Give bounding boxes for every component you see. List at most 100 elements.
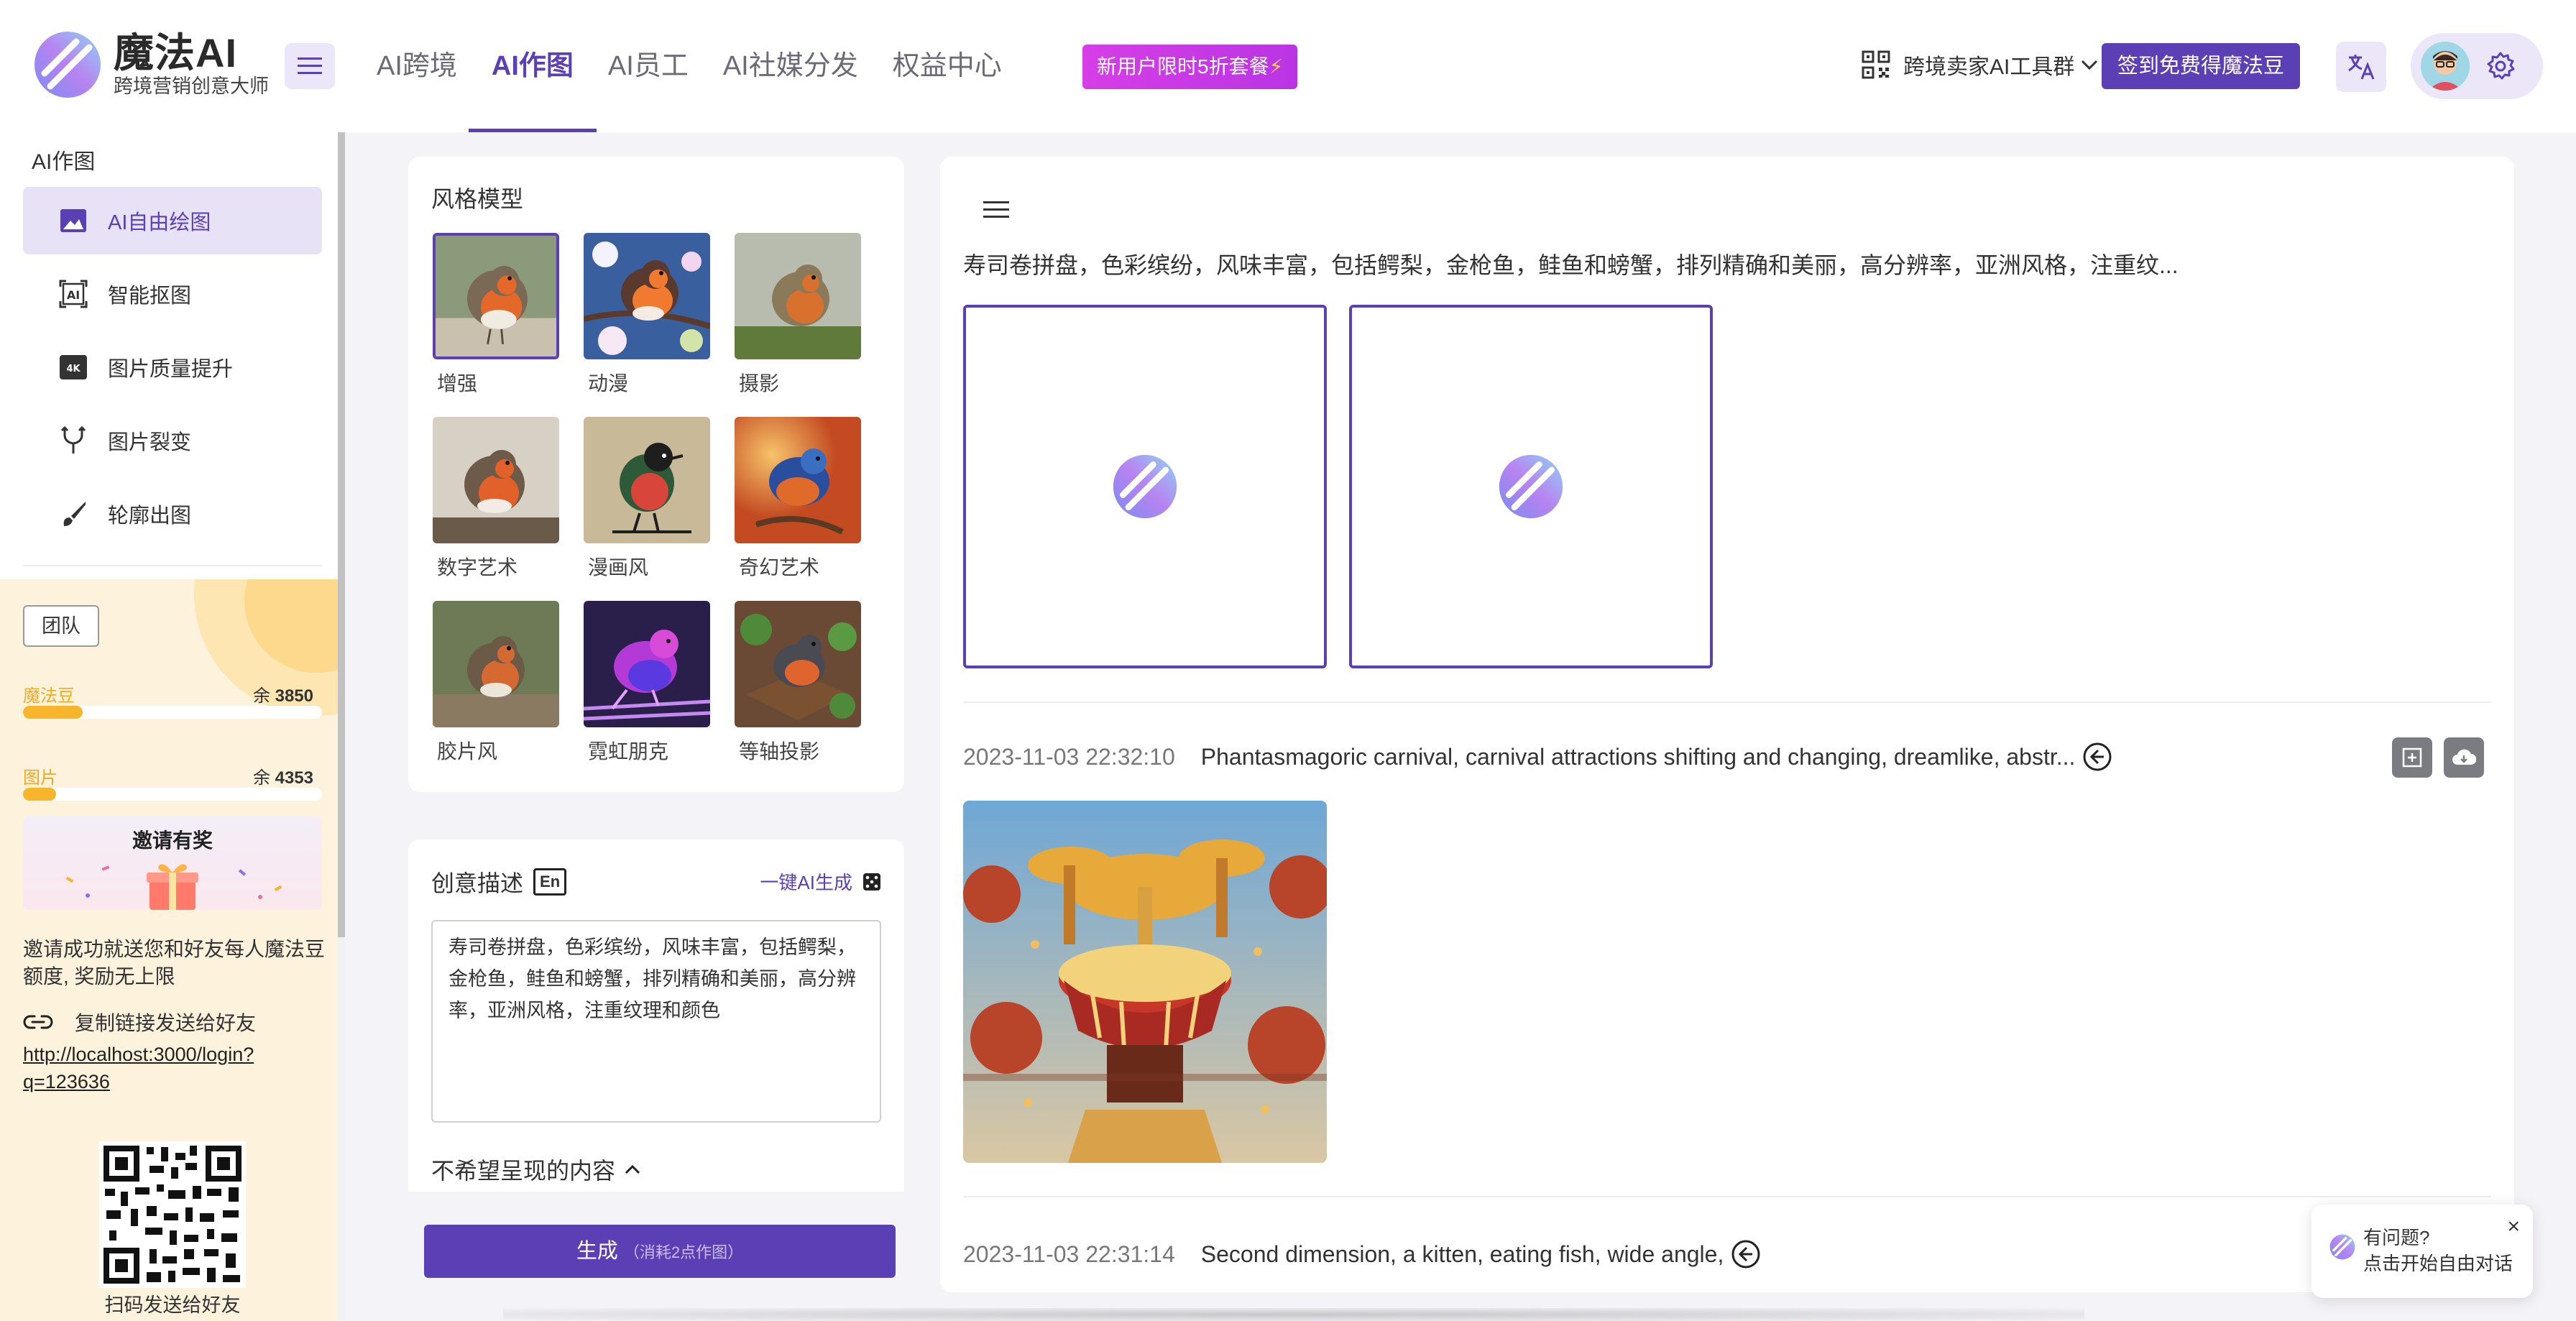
ai-generate-button[interactable]: 一键AI生成	[760, 868, 881, 895]
menu-toggle-button[interactable]	[285, 43, 335, 89]
team-button[interactable]: 团队	[23, 605, 99, 647]
style-thumbnail	[584, 601, 710, 727]
credit-remain-value: 3850	[275, 686, 313, 706]
translate-icon	[2348, 55, 2375, 80]
avatar[interactable]	[2421, 42, 2470, 91]
credit-bar-fill	[23, 706, 83, 719]
description-title: 创意描述	[431, 870, 524, 896]
generate-cost: （消耗2点作图）	[623, 1243, 744, 1261]
logo[interactable]: 魔法AI 跨境营销创意大师	[32, 29, 269, 101]
style-option-comic[interactable]: 漫画风	[584, 417, 710, 581]
copy-link-button[interactable]: 复制链接发送给好友	[23, 1008, 256, 1036]
divider	[963, 1196, 2491, 1197]
expand-icon	[2402, 747, 2422, 768]
loading-logo-icon	[1499, 454, 1563, 519]
style-option-enhance[interactable]: 增强	[433, 233, 559, 397]
prompt-textarea[interactable]: 寿司卷拼盘，色彩缤纷，风味丰富，包括鳄梨，金枪鱼，鲑鱼和螃蟹，排列精确和美丽，高…	[431, 920, 881, 1123]
history-actions	[2380, 737, 2484, 778]
style-thumbnail	[584, 417, 710, 543]
logo-subtitle: 跨境营销创意大师	[114, 75, 269, 97]
credit-remain-beans: 余 3850	[253, 681, 313, 706]
reuse-prompt-icon[interactable]	[2082, 742, 2112, 772]
history-entry: 2023-11-03 22:32:10 Phantasmagoric carni…	[963, 742, 2112, 772]
nav-ai-social[interactable]: AI社媒分发	[723, 0, 858, 132]
style-option-isometric[interactable]: 等轴投影	[735, 601, 861, 765]
svg-text:AI: AI	[67, 288, 80, 302]
invite-description: 邀请成功就送您和好友每人魔法豆额度, 奖励无上限	[23, 938, 326, 988]
credit-remain-prefix: 余	[252, 768, 270, 788]
style-option-digital-art[interactable]: 数字艺术	[433, 417, 559, 581]
style-thumbnail	[735, 233, 861, 359]
image-icon	[59, 206, 88, 235]
sidebar-item-label: 图片质量提升	[108, 358, 234, 381]
ai-crop-icon: AI	[59, 280, 88, 308]
sidebar-item-smart-cutout[interactable]: AI 智能抠图	[23, 260, 322, 328]
invite-url-link[interactable]: http://localhost:3000/login?q=123636	[23, 1041, 310, 1095]
help-subtitle: 点击开始自由对话	[2363, 1253, 2513, 1274]
language-button[interactable]	[2336, 42, 2386, 92]
style-label: 奇幻艺术	[739, 556, 820, 579]
download-button[interactable]	[2444, 737, 2484, 778]
chevron-up-icon	[625, 1164, 640, 1174]
ai-generate-label: 一键AI生成	[760, 872, 852, 893]
nav-ai-staff[interactable]: AI员工	[608, 0, 689, 132]
style-option-anime[interactable]: 动漫	[584, 233, 710, 397]
fork-icon	[59, 426, 88, 455]
svg-text:4K: 4K	[66, 364, 80, 374]
generating-placeholder	[1349, 305, 1713, 668]
invite-qr-code	[99, 1141, 246, 1288]
generated-image-carnival[interactable]	[963, 801, 1327, 1163]
style-thumbnail	[433, 417, 559, 543]
bottom-shadow	[503, 1308, 2084, 1321]
cloud-download-icon	[2452, 749, 2476, 765]
divider	[963, 701, 2491, 703]
credit-bar-images	[23, 788, 322, 801]
style-thumbnail	[735, 417, 861, 543]
help-question: 有问题?	[2363, 1227, 2430, 1248]
style-label: 等轴投影	[739, 740, 820, 763]
invite-card: 邀请有奖	[23, 816, 322, 910]
english-toggle[interactable]: En	[533, 868, 567, 896]
qr-caption: 扫码发送给好友	[104, 1294, 241, 1316]
results-card: 寿司卷拼盘，色彩缤纷，风味丰富，包括鳄梨，金枪鱼，鲑鱼和螃蟹，排列精确和美丽，高…	[940, 157, 2514, 1292]
style-label: 胶片风	[437, 740, 498, 763]
style-option-neon-punk[interactable]: 霓虹朋克	[584, 601, 710, 765]
list-menu-icon[interactable]	[983, 200, 1009, 220]
dice-icon	[863, 873, 880, 890]
style-label: 动漫	[588, 372, 629, 395]
style-option-photography[interactable]: 摄影	[735, 233, 861, 397]
description-card: 创意描述 En 一键AI生成 寿司卷拼盘，色彩缤纷，风味丰富，包括鳄梨，金枪鱼，…	[408, 839, 904, 1192]
4k-icon: 4K	[59, 353, 88, 382]
style-model-card: 风格模型 增强 动漫 摄影 数字艺术 漫画风 奇幻艺术 胶片风 霓虹朋克 等轴投…	[408, 157, 904, 792]
negative-prompt-toggle[interactable]: 不希望呈现的内容	[431, 1153, 641, 1186]
style-option-fantasy-art[interactable]: 奇幻艺术	[735, 417, 861, 581]
reuse-prompt-icon[interactable]	[1731, 1239, 1761, 1269]
credit-label-beans: 魔法豆	[23, 686, 75, 706]
confetti-icon	[65, 865, 282, 899]
sidebar-item-label: 图片裂变	[108, 431, 192, 454]
history-prompt: Phantasmagoric carnival, carnival attrac…	[1200, 743, 2076, 770]
expand-button[interactable]	[2392, 737, 2432, 778]
style-option-film[interactable]: 胶片风	[433, 601, 559, 765]
signin-button[interactable]: 签到免费得魔法豆	[2102, 43, 2301, 89]
sidebar-divider	[23, 565, 322, 566]
nav-ai-drawing[interactable]: AI作图	[468, 0, 597, 132]
help-chat-bubble[interactable]: 有问题? 点击开始自由对话 ×	[2312, 1205, 2533, 1298]
style-label: 霓虹朋克	[588, 740, 669, 763]
group-link[interactable]: 跨境卖家AI工具群	[1862, 49, 2099, 80]
sidebar-item-free-drawing[interactable]: AI自由绘图	[23, 187, 322, 254]
sidebar-scroll-thumb[interactable]	[338, 132, 345, 937]
sidebar-item-label: 智能抠图	[108, 285, 192, 308]
sidebar-item-variation[interactable]: 图片裂变	[23, 407, 322, 474]
sidebar-scrollbar[interactable]	[338, 132, 345, 1321]
sidebar-item-outline[interactable]: 轮廓出图	[23, 480, 322, 548]
promo-button[interactable]: 新用户限时5折套餐⚡	[1082, 45, 1298, 89]
generate-button[interactable]: 生成 （消耗2点作图）	[424, 1225, 896, 1278]
user-menu[interactable]	[2411, 33, 2543, 99]
gear-icon[interactable]	[2485, 51, 2516, 81]
nav-benefits[interactable]: 权益中心	[893, 0, 1002, 132]
close-icon[interactable]: ×	[2507, 1215, 2520, 1239]
description-title-row: 创意描述 En	[431, 865, 567, 898]
nav-ai-cross-border[interactable]: AI跨境	[377, 0, 457, 132]
sidebar-item-quality[interactable]: 4K 图片质量提升	[23, 333, 322, 401]
